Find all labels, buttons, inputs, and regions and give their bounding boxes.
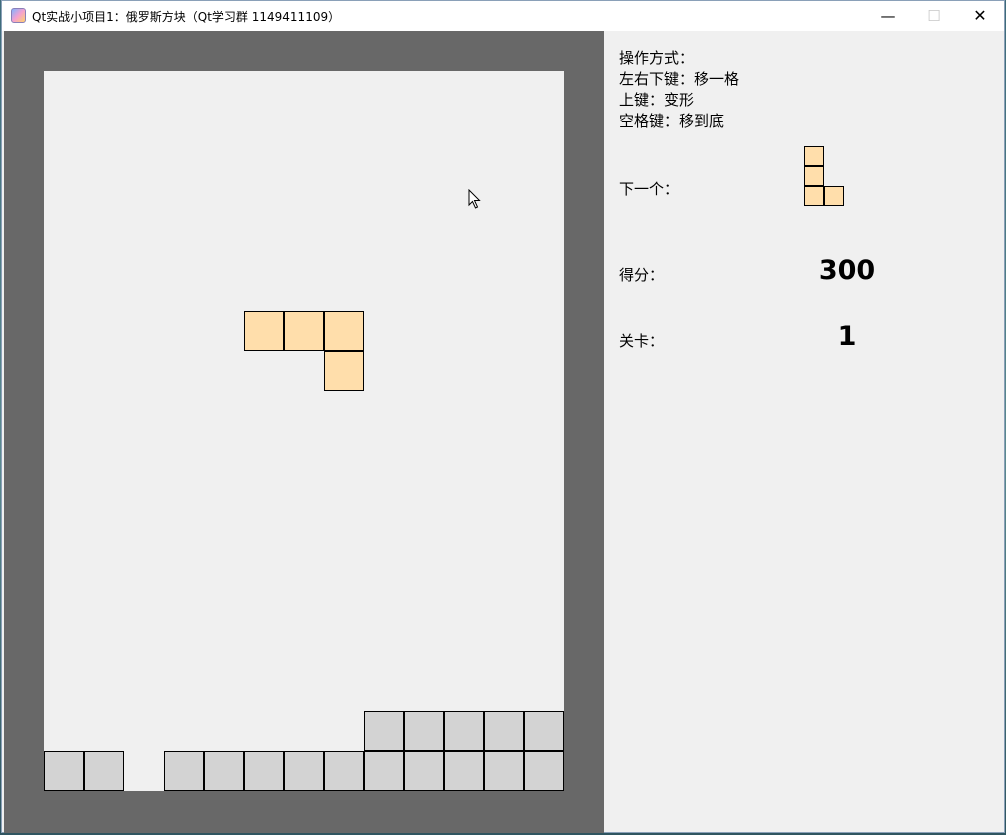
settled-block	[44, 751, 84, 791]
next-piece-block	[824, 186, 844, 206]
controls-line-move: 左右下键：移一格	[619, 70, 740, 88]
score-label: 得分：	[619, 266, 665, 284]
settled-block	[444, 711, 484, 751]
next-piece-preview	[804, 146, 864, 206]
info-panel: 操作方式： 左右下键：移一格 上键：变形 空格键：移到底 下一个： 得分： 30…	[604, 31, 1004, 833]
next-piece-block	[804, 146, 824, 166]
app-window: Qt实战小项目1：俄罗斯方块（Qt学习群 1149411109） — ☐ ✕ 操…	[1, 0, 1005, 833]
settled-block	[404, 711, 444, 751]
falling-piece-block	[244, 311, 284, 351]
settled-block	[364, 711, 404, 751]
game-board[interactable]	[44, 71, 564, 791]
settled-block	[364, 751, 404, 791]
settled-block	[244, 751, 284, 791]
settled-block	[444, 751, 484, 791]
score-value: 300	[818, 255, 876, 286]
window-title: Qt实战小项目1：俄罗斯方块（Qt学习群 1149411109）	[32, 10, 341, 24]
settled-block	[524, 751, 564, 791]
mouse-cursor-icon	[468, 189, 481, 209]
settled-block	[204, 751, 244, 791]
app-icon	[11, 8, 26, 23]
level-label: 关卡：	[619, 332, 665, 350]
settled-block	[484, 751, 524, 791]
settled-block	[164, 751, 204, 791]
controls-line-rotate: 上键：变形	[619, 91, 695, 109]
falling-piece-block	[324, 311, 364, 351]
settled-block	[404, 751, 444, 791]
board-frame	[4, 31, 604, 833]
settled-block	[284, 751, 324, 791]
settled-block	[484, 711, 524, 751]
settled-block	[84, 751, 124, 791]
close-button[interactable]: ✕	[957, 1, 1003, 31]
level-value: 1	[837, 321, 857, 352]
next-piece-block	[804, 166, 824, 186]
next-piece-block	[804, 186, 824, 206]
maximize-button[interactable]: ☐	[911, 1, 957, 31]
title-bar[interactable]: Qt实战小项目1：俄罗斯方块（Qt学习群 1149411109） — ☐ ✕	[2, 1, 1004, 31]
settled-block	[524, 711, 564, 751]
falling-piece-block	[324, 351, 364, 391]
controls-line-drop: 空格键：移到底	[619, 112, 725, 130]
falling-piece-block	[284, 311, 324, 351]
settled-block	[324, 751, 364, 791]
controls-heading: 操作方式：	[619, 49, 695, 67]
next-piece-label: 下一个：	[619, 180, 680, 198]
minimize-button[interactable]: —	[865, 1, 911, 31]
